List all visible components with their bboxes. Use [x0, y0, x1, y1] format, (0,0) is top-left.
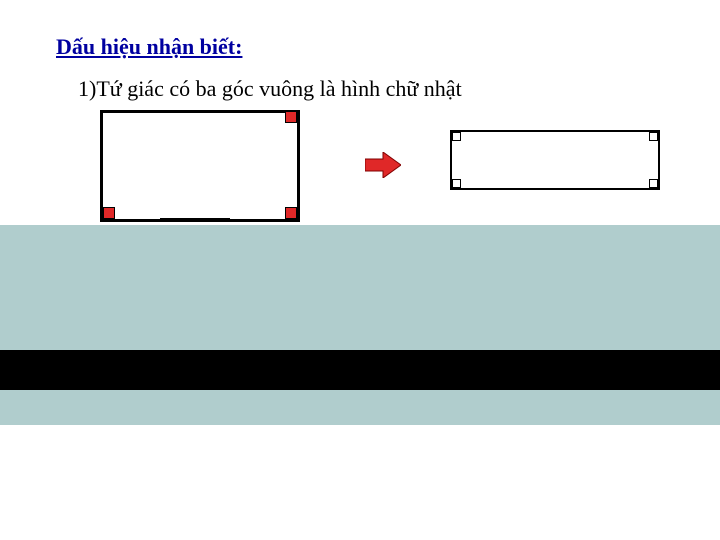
item-1-text: 1)Tứ giác có ba góc vuông là hình chữ nh…	[78, 76, 462, 102]
right-rectangle	[450, 130, 660, 190]
section-heading: Dấu hiệu nhận biết:	[56, 34, 242, 60]
black-strip	[0, 350, 720, 390]
figure-area	[0, 110, 720, 230]
left-rectangle-outline	[100, 110, 300, 222]
right-angle-marker-icon	[649, 132, 658, 141]
edge-highlight	[160, 218, 230, 222]
right-angle-marker-icon	[452, 132, 461, 141]
left-quadrilateral	[100, 110, 300, 222]
right-arrow-icon	[365, 152, 401, 183]
lower-panel	[0, 225, 720, 425]
right-rectangle-outline	[450, 130, 660, 190]
right-angle-marker-icon	[285, 111, 297, 123]
right-angle-marker-icon	[103, 207, 115, 219]
right-angle-marker-icon	[285, 207, 297, 219]
right-angle-marker-icon	[649, 179, 658, 188]
right-angle-marker-icon	[452, 179, 461, 188]
